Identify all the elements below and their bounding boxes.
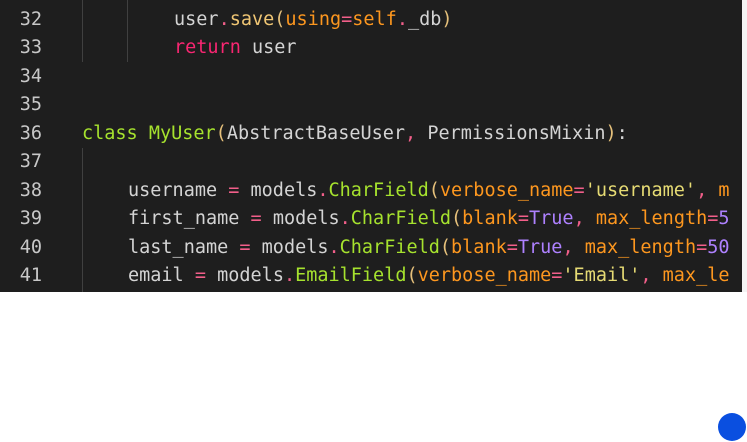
editor-scrollbar[interactable] (742, 0, 747, 292)
code-token: = (183, 265, 218, 286)
code-token: , (573, 208, 596, 229)
code-text: return user (174, 34, 297, 62)
code-token: verbose_name (439, 180, 574, 201)
code-token: True (529, 208, 574, 229)
line-number: 40 (19, 237, 42, 258)
code-token: m (718, 180, 730, 201)
code-token: = (551, 265, 563, 286)
code-token: = (341, 9, 353, 30)
code-token: PermissionsMixin (427, 123, 606, 144)
code-token: . (218, 9, 230, 30)
code-token: last_name (128, 237, 229, 258)
code-text: user.save(using=self._db) (174, 6, 453, 34)
line-number: 33 (19, 37, 42, 58)
code-token: 5 (718, 208, 730, 229)
code-token: = (573, 180, 585, 201)
code-token: CharField (350, 208, 452, 229)
line-number: 38 (19, 180, 42, 201)
code-token: , (562, 237, 585, 258)
code-token: models (250, 180, 318, 201)
code-token: MyUser (148, 123, 216, 144)
code-token: = (517, 208, 530, 229)
code-line[interactable]: 36 class MyUser(AbstractBaseUser, Permiss… (0, 120, 742, 148)
code-token: , (405, 123, 428, 144)
code-token: first_name (128, 208, 240, 229)
code-token: max_length (584, 237, 697, 258)
code-token: True (517, 237, 563, 258)
code-token: = (506, 237, 518, 258)
code-text: first_name = models.CharField(blank=True… (128, 205, 730, 233)
code-token: _db (407, 9, 442, 30)
code-line[interactable]: 38 username = models.CharField(verbose_na… (0, 177, 742, 205)
code-token: return (174, 37, 241, 58)
code-token: 50 (707, 237, 730, 258)
code-token: ( (274, 9, 286, 30)
code-token: using (285, 9, 342, 30)
line-number: 39 (19, 208, 42, 229)
code-token: ) (605, 123, 617, 144)
code-line[interactable]: 32 user.save(using=self._db) (0, 6, 742, 34)
code-token: = (696, 237, 708, 258)
code-token: username (128, 180, 218, 201)
code-token: verbose_name (417, 265, 552, 286)
code-token: ( (406, 265, 418, 286)
code-token: self (352, 9, 397, 30)
code-line[interactable]: 40 last_name = models.CharField(blank=Tru… (0, 234, 742, 262)
code-token: = (239, 208, 273, 229)
code-token: CharField (339, 237, 440, 258)
code-token: user (240, 37, 297, 58)
line-number: 37 (19, 151, 42, 172)
code-token: ( (215, 123, 227, 144)
code-token: max_length (595, 208, 708, 229)
code-line[interactable]: 33 return user (0, 34, 742, 62)
line-number: 34 (19, 66, 42, 87)
code-token: . (283, 265, 296, 286)
code-token: CharField (328, 180, 429, 201)
code-token: = (707, 208, 719, 229)
code-token: : (616, 123, 628, 144)
code-text: email = models.EmailField(verbose_name='… (128, 262, 730, 290)
code-token: save (229, 9, 275, 30)
line-number: 36 (19, 123, 42, 144)
code-token: . (328, 237, 340, 258)
code-token: . (396, 9, 408, 30)
code-editor[interactable]: 32 user.save(using=self._db) 33 return user… (0, 0, 742, 292)
code-token: blank (462, 208, 518, 229)
code-text: username = models.CharField(verbose_name… (128, 177, 730, 205)
code-line[interactable]: 41 email = models.EmailField(verbose_name… (0, 262, 742, 290)
code-token: blank (451, 237, 507, 258)
code-token: ( (451, 208, 463, 229)
code-token: AbstractBaseUser (226, 123, 406, 144)
code-token: ( (428, 180, 440, 201)
code-token: models (272, 208, 340, 229)
code-token: max_le (662, 265, 730, 286)
code-text: last_name = models.CharField(blank=True,… (128, 234, 730, 262)
code-token: user (174, 9, 219, 30)
code-token: class (82, 123, 138, 144)
code-line[interactable]: 37 (0, 148, 742, 176)
line-number: 41 (19, 265, 42, 286)
code-text: class MyUser(AbstractBaseUser, Permissio… (82, 120, 628, 148)
code-line[interactable]: 34 (0, 63, 742, 91)
code-token: email (128, 265, 184, 286)
code-token: ) (441, 9, 453, 30)
code-token: = (217, 180, 251, 201)
code-token: ( (439, 237, 452, 258)
code-token: = (228, 237, 262, 258)
code-token: . (317, 180, 329, 201)
code-line[interactable]: 35 (0, 91, 742, 119)
line-number: 32 (19, 9, 42, 30)
line-number: 35 (19, 94, 42, 115)
code-token: 'username' (584, 180, 697, 201)
code-token: models (217, 265, 284, 286)
code-line[interactable]: 39 first_name = models.CharField(blank=Tr… (0, 205, 742, 233)
code-token: . (339, 208, 351, 229)
code-token: EmailField (295, 265, 407, 286)
code-token: 'Email' (562, 265, 641, 286)
code-token: , (640, 265, 663, 286)
floating-action-button[interactable] (718, 413, 746, 441)
code-token: models (261, 237, 329, 258)
code-token: , (696, 180, 719, 201)
